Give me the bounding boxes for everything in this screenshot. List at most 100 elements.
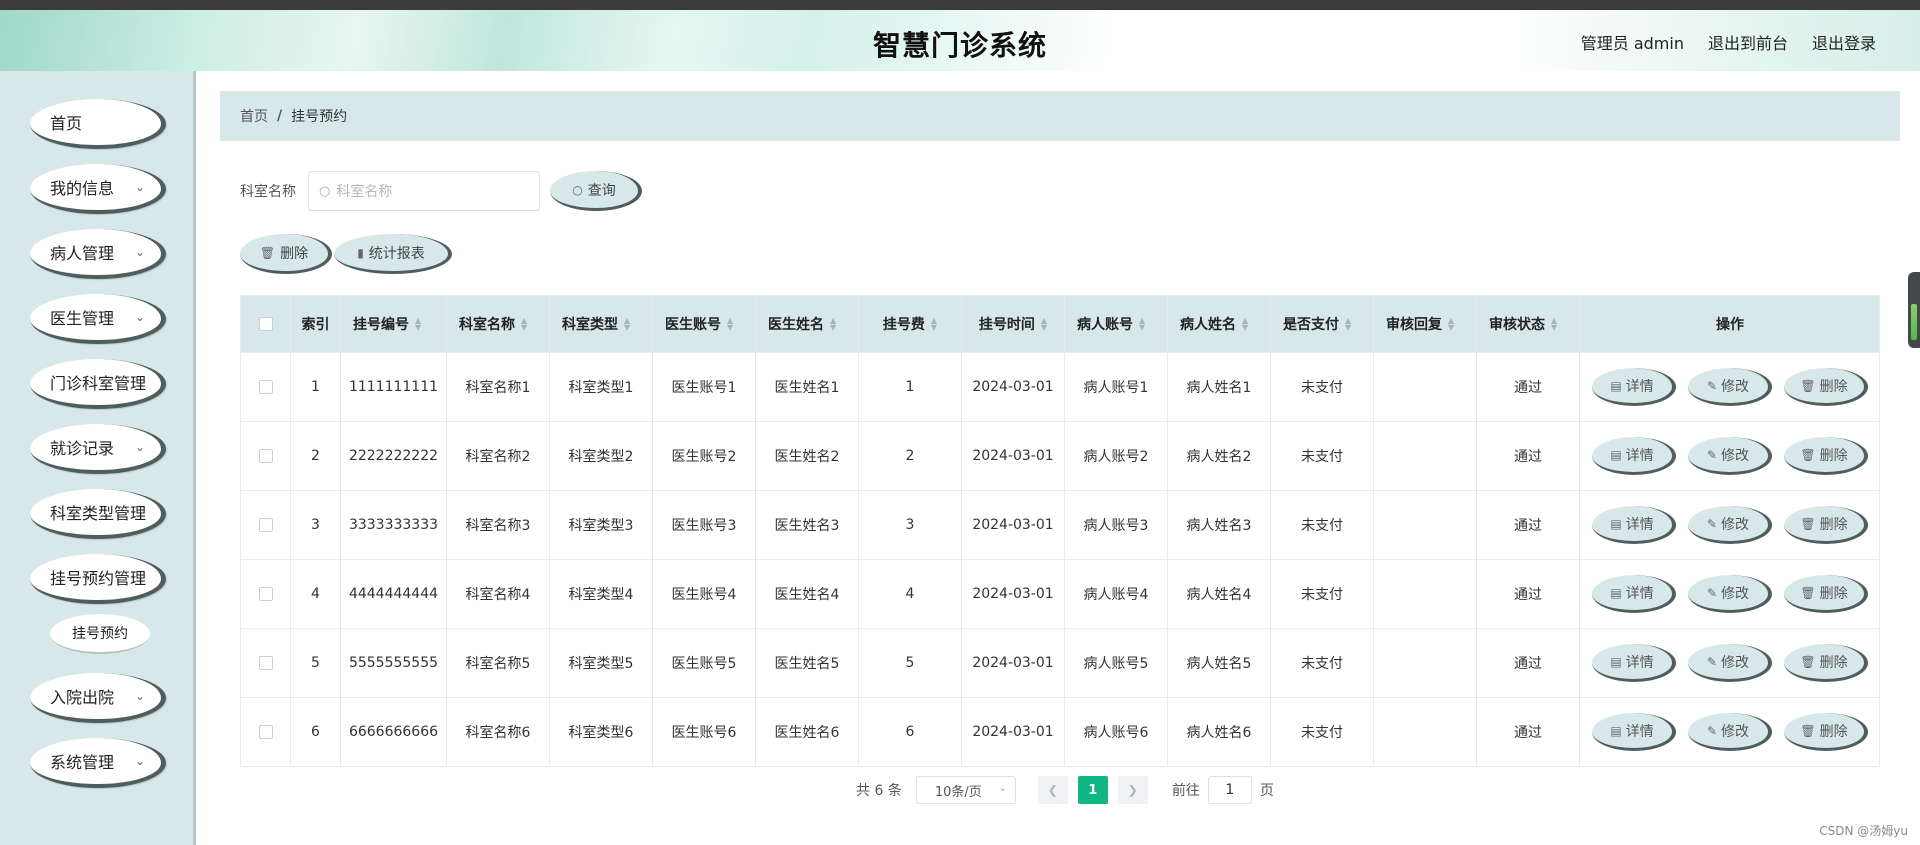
bulk-delete-label: 删除 (280, 245, 309, 262)
trash-icon: 🗑 (1800, 585, 1816, 600)
bulk-delete-button[interactable]: 🗑 删除 (240, 234, 332, 274)
sort-icon[interactable]: ▲ ▼ (1242, 317, 1248, 332)
next-page-button[interactable]: ❯ (1117, 776, 1148, 804)
sidebar-item-doctors[interactable]: 医生管理 ⌄ (30, 294, 166, 344)
sidebar-item-label: 病人管理 (50, 244, 115, 263)
document-icon: ▤ (1610, 378, 1622, 393)
goto-page-input[interactable]: 1 (1207, 776, 1252, 804)
row-detail-button[interactable]: ▤ 详情 (1592, 644, 1676, 682)
row-checkbox[interactable] (258, 587, 273, 601)
sort-icon[interactable]: ▲ ▼ (1551, 317, 1557, 332)
reply-cell (1374, 491, 1477, 559)
page-size-select[interactable]: 10条/页 ⌄ (915, 776, 1016, 804)
sidebar-subitem-registration[interactable]: 挂号预约 (50, 614, 150, 654)
column-header[interactable]: 病人账号 ▲ ▼ (1065, 296, 1168, 352)
row-detail-button[interactable]: ▤ 详情 (1592, 368, 1676, 406)
row-checkbox[interactable] (258, 518, 273, 532)
column-header[interactable]: 医生姓名 ▲ ▼ (756, 296, 859, 352)
row-detail-button[interactable]: ▤ 详情 (1592, 506, 1676, 544)
index-cell: 5 (291, 629, 341, 697)
exit-to-front-link[interactable]: 退出到前台 (1708, 30, 1788, 54)
sidebar-item-system[interactable]: 系统管理 ⌄ (30, 738, 166, 788)
row-edit-button[interactable]: ✎ 修改 (1688, 713, 1772, 751)
column-header[interactable]: 挂号费 ▲ ▼ (859, 296, 962, 352)
row-edit-button[interactable]: ✎ 修改 (1688, 368, 1772, 406)
chevron-down-icon: ⌄ (134, 310, 145, 324)
floating-side-widget[interactable] (1908, 272, 1920, 348)
stats-report-button[interactable]: ▮ 统计报表 (334, 234, 452, 274)
row-edit-button[interactable]: ✎ 修改 (1688, 644, 1772, 682)
row-checkbox[interactable] (258, 449, 273, 463)
sidebar-item-my-info[interactable]: 我的信息 ⌄ (30, 164, 166, 214)
trash-icon: 🗑 (1800, 654, 1816, 669)
column-header[interactable]: 审核状态 ▲ ▼ (1477, 296, 1580, 352)
column-header[interactable]: 挂号编号 ▲ ▼ (341, 296, 447, 352)
column-header[interactable]: 审核回复 ▲ ▼ (1374, 296, 1477, 352)
row-detail-button[interactable]: ▤ 详情 (1592, 575, 1676, 613)
header-user-menu: 管理员 admin 退出到前台 退出登录 (1581, 30, 1876, 54)
prev-page-button[interactable]: ❮ (1037, 776, 1068, 804)
row-delete-button[interactable]: 🗑 删除 (1784, 437, 1868, 475)
pagination-goto: 前往 1 页 (1172, 776, 1274, 804)
sort-icon[interactable]: ▲ ▼ (1345, 317, 1351, 332)
sidebar-item-home[interactable]: 首页 (30, 99, 166, 149)
sidebar-item-departments[interactable]: 门诊科室管理 (30, 359, 166, 409)
row-edit-button[interactable]: ✎ 修改 (1688, 506, 1772, 544)
row-delete-button[interactable]: 🗑 删除 (1784, 644, 1868, 682)
column-header[interactable]: 是否支付 ▲ ▼ (1271, 296, 1374, 352)
sidebar-item-admission[interactable]: 入院出院 ⌄ (30, 673, 166, 723)
window-top-strip (0, 0, 1920, 10)
row-checkbox[interactable] (258, 380, 273, 394)
row-delete-button[interactable]: 🗑 删除 (1784, 713, 1868, 751)
trash-icon: 🗑 (1800, 516, 1816, 531)
sort-icon[interactable]: ▲ ▼ (1139, 317, 1145, 332)
sort-icon[interactable]: ▲ ▼ (727, 317, 733, 332)
fee-cell: 1 (859, 353, 962, 421)
trash-icon: 🗑 (259, 245, 276, 260)
row-actions: ▤ 详情 ✎ 修改 🗑 删除 (1580, 491, 1880, 559)
row-delete-button[interactable]: 🗑 删除 (1784, 368, 1868, 406)
row-edit-button[interactable]: ✎ 修改 (1688, 575, 1772, 613)
query-button[interactable]: ○ 查询 (550, 171, 642, 211)
column-header[interactable]: 病人姓名 ▲ ▼ (1168, 296, 1271, 352)
sort-icon[interactable]: ▲ ▼ (931, 317, 937, 332)
patient-account-cell: 病人账号2 (1065, 422, 1168, 490)
dept-name-cell: 科室名称6 (447, 698, 550, 766)
sort-icon[interactable]: ▲ ▼ (624, 317, 630, 332)
column-header[interactable]: 挂号时间 ▲ ▼ (962, 296, 1065, 352)
dept-name-cell: 科室名称5 (447, 629, 550, 697)
row-checkbox[interactable] (258, 725, 273, 739)
time-cell: 2024-03-01 (962, 491, 1065, 559)
sort-icon[interactable]: ▲ ▼ (415, 317, 421, 332)
row-detail-button[interactable]: ▤ 详情 (1592, 713, 1676, 751)
sidebar-item-patients[interactable]: 病人管理 ⌄ (30, 229, 166, 279)
search-input[interactable]: ○ 科室名称 (308, 171, 540, 211)
sidebar-item-registrations[interactable]: 挂号预约管理 (30, 554, 166, 604)
select-all-checkbox[interactable] (258, 317, 273, 331)
breadcrumb-home[interactable]: 首页 (240, 106, 268, 126)
sort-icon[interactable]: ▲ ▼ (1041, 317, 1047, 332)
page-number-current[interactable]: 1 (1077, 776, 1108, 804)
sidebar-item-visit-records[interactable]: 就诊记录 ⌄ (30, 424, 166, 474)
column-header-label: 挂号时间 (978, 317, 1035, 333)
row-edit-button-label: 修改 (1721, 654, 1750, 671)
row-delete-button[interactable]: 🗑 删除 (1784, 506, 1868, 544)
column-header[interactable]: 医生账号 ▲ ▼ (653, 296, 756, 352)
column-header[interactable]: 科室名称 ▲ ▼ (447, 296, 550, 352)
column-header[interactable]: 科室类型 ▲ ▼ (550, 296, 653, 352)
row-detail-button[interactable]: ▤ 详情 (1592, 437, 1676, 475)
row-actions: ▤ 详情 ✎ 修改 🗑 删除 (1580, 422, 1880, 490)
dept-type-cell: 科室类型3 (550, 491, 653, 559)
column-header-label: 科室名称 (459, 317, 515, 333)
row-checkbox[interactable] (258, 656, 273, 670)
row-edit-button[interactable]: ✎ 修改 (1688, 437, 1772, 475)
sort-icon[interactable]: ▲ ▼ (830, 317, 836, 332)
row-delete-button[interactable]: 🗑 删除 (1784, 575, 1868, 613)
sort-icon[interactable]: ▲ ▼ (1448, 317, 1454, 332)
sort-icon[interactable]: ▲ ▼ (521, 317, 527, 332)
logout-link[interactable]: 退出登录 (1812, 30, 1876, 54)
row-edit-button-label: 修改 (1721, 723, 1750, 740)
sidebar-item-dept-types[interactable]: 科室类型管理 (30, 489, 166, 539)
status-cell: 通过 (1477, 629, 1580, 697)
pencil-icon: ✎ (1706, 723, 1718, 738)
